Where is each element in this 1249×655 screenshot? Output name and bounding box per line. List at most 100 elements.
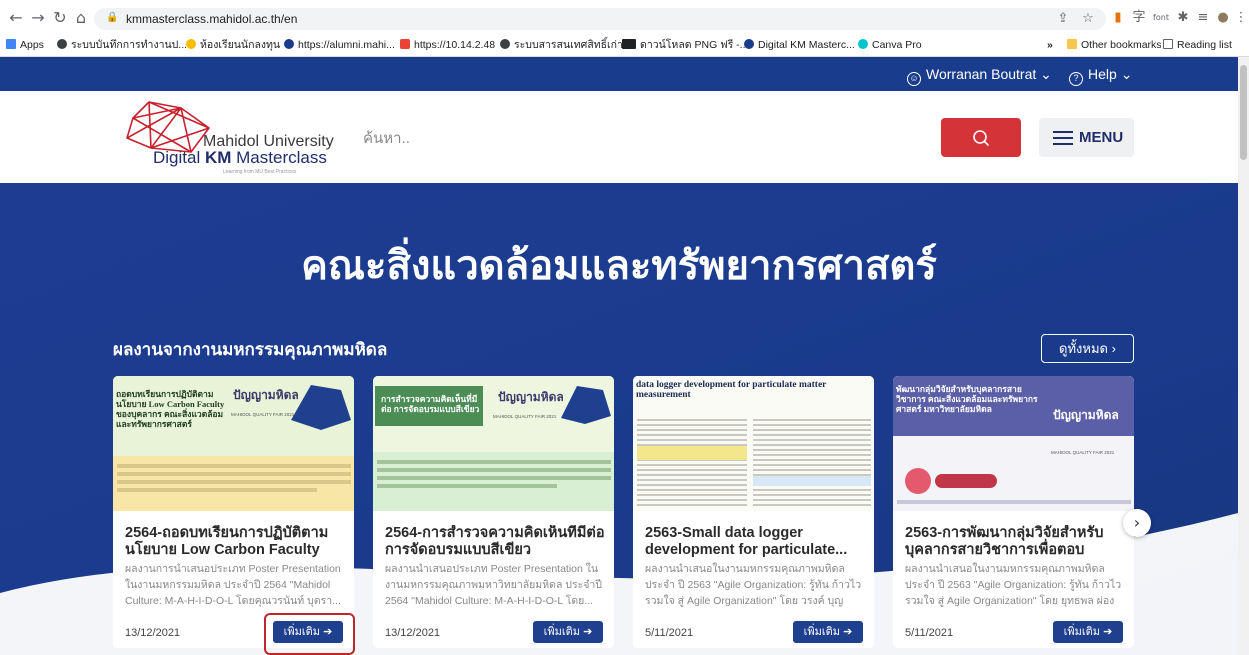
- card-poster-image[interactable]: การสำรวจความคิดเห็นที่มีต่อ การจัดอบรมแบ…: [373, 376, 614, 511]
- site-header: Mahidol University Digital KM Masterclas…: [0, 91, 1238, 183]
- more-button[interactable]: เพิ่มเติม ➔: [1053, 621, 1123, 643]
- bookmark-item[interactable]: https://alumni.mahi...: [284, 37, 395, 53]
- card-item[interactable]: พัฒนากลุ่มวิจัยสำหรับบุคลากรสายวิชาการ ค…: [893, 376, 1134, 648]
- card-title[interactable]: 2563-การพัฒนากลุ่มวิจัยสำหรับบุคลากรสายว…: [905, 525, 1127, 559]
- poster-icon: [905, 468, 931, 494]
- kebab-menu-icon[interactable]: ⋮: [1232, 9, 1249, 27]
- website: ☺ Worranan Boutrat ⌄ ? Help ⌄ Mahidol Univ…: [0, 57, 1238, 655]
- bookmark-item[interactable]: ระบบสารสนเทศสิทธิ์เก่า: [500, 37, 623, 53]
- back-icon[interactable]: ←: [6, 6, 26, 30]
- bookmark-item[interactable]: Canva Pro: [858, 37, 922, 53]
- hamburger-icon: [1053, 131, 1073, 145]
- card-date: 13/12/2021: [385, 627, 441, 639]
- card-poster-image[interactable]: พัฒนากลุ่มวิจัยสำหรับบุคลากรสายวิชาการ ค…: [893, 376, 1134, 511]
- bookmark-item[interactable]: ดาวน์โหลด PNG ฟรี -...: [622, 37, 748, 53]
- chevron-down-icon: ⌄: [1040, 66, 1052, 82]
- chevron-down-icon: ⌄: [1120, 66, 1133, 82]
- card-description: ผลงานนำเสนอในงานมหกรรมคุณภาพมหิดลประจำ ป…: [905, 563, 1122, 607]
- card-date: 5/11/2021: [905, 627, 954, 639]
- section-title: ผลงานจากงานมหกรรมคุณภาพมหิดล: [113, 340, 388, 359]
- scrollbar-thumb[interactable]: [1240, 65, 1247, 160]
- more-button[interactable]: เพิ่มเติม ➔: [793, 621, 863, 643]
- see-all-button[interactable]: ดูทั้งหมด ›: [1041, 334, 1134, 363]
- translate-icon[interactable]: 字: [1130, 9, 1148, 27]
- card-item[interactable]: ถอดบทเรียนการปฏิบัติตามนโยบาย Low Carbon…: [113, 376, 354, 648]
- help-menu[interactable]: ? Help ⌄: [1069, 66, 1132, 86]
- card-title[interactable]: 2564-ถอดบทเรียนการปฏิบัติตามนโยบาย Low C…: [125, 525, 347, 559]
- user-icon: ☺: [907, 72, 921, 86]
- carousel-next-button[interactable]: ›: [1123, 509, 1151, 537]
- card-poster-image[interactable]: data logger development for particulate …: [633, 376, 874, 511]
- card-description: ผลงานการนำเสนอประเภท Poster Presentation…: [125, 563, 341, 607]
- search-icon: [973, 130, 990, 147]
- highlight-annotation: [264, 613, 355, 655]
- hero-section: คณะสิ่งแวดล้อมและทรัพยากรศาสตร์ ผลงานจาก…: [0, 183, 1238, 655]
- card-title[interactable]: 2564-การสำรวจความคิดเห็นที่มีต่อการจัดอบ…: [385, 525, 607, 559]
- font-extension-icon[interactable]: font: [1152, 9, 1170, 27]
- folder-icon: [1067, 39, 1077, 49]
- bookmark-apps[interactable]: Apps: [6, 37, 44, 53]
- bookmarks-overflow-icon[interactable]: »: [1047, 37, 1053, 53]
- card-item[interactable]: การสำรวจความคิดเห็นที่มีต่อ การจัดอบรมแบ…: [373, 376, 614, 648]
- search-button[interactable]: [941, 118, 1021, 157]
- forward-icon[interactable]: →: [28, 6, 48, 30]
- page-scrollbar[interactable]: [1238, 57, 1249, 655]
- card-description: ผลงานนำเสนอประเภท Poster Presentation ใน…: [385, 563, 602, 607]
- poster-brand: ปัญญามหิดล: [1053, 408, 1119, 422]
- arrow-circle-icon: ➔: [583, 626, 593, 638]
- poster-heading: data logger development for particulate …: [636, 380, 827, 400]
- reload-icon[interactable]: ↻: [50, 6, 70, 30]
- bookmark-item[interactable]: ระบบบันทึกการทำงานป...: [57, 37, 187, 53]
- address-bar[interactable]: 🔒 kmmasterclass.mahidol.ac.th/en ⇪ ☆: [94, 8, 1106, 30]
- site-favicon: [186, 39, 196, 49]
- apps-grid-icon: [6, 39, 16, 49]
- user-menu[interactable]: ☺ Worranan Boutrat ⌄: [907, 66, 1052, 86]
- other-bookmarks[interactable]: Other bookmarks: [1067, 37, 1162, 53]
- poster-heading: การสำรวจความคิดเห็นที่มีต่อ การจัดอบรมแบ…: [381, 394, 480, 414]
- canva-icon: [858, 39, 868, 49]
- reading-list[interactable]: Reading list: [1163, 37, 1232, 53]
- poster-decoration: [561, 386, 611, 424]
- help-icon: ?: [1069, 72, 1083, 86]
- extension-icon[interactable]: ▮: [1109, 9, 1127, 27]
- card-description: ผลงานนำเสนอในงานมหกรรมคุณภาพมหิดลประจำ ป…: [645, 563, 862, 607]
- arrow-circle-icon: ➔: [1103, 626, 1113, 638]
- extensions-area: ▮ 字 font ✱ ≡ ● ⋮: [1106, 6, 1249, 30]
- faculty-title: คณะสิ่งแวดล้อมและทรัพยากรศาสตร์: [301, 244, 937, 288]
- top-user-bar: ☺ Worranan Boutrat ⌄ ? Help ⌄: [0, 57, 1238, 91]
- site-favicon: [284, 39, 294, 49]
- globe-icon: [57, 39, 67, 49]
- url-text[interactable]: kmmasterclass.mahidol.ac.th/en: [126, 11, 297, 27]
- card-poster-image[interactable]: ถอดบทเรียนการปฏิบัติตามนโยบาย Low Carbon…: [113, 376, 354, 511]
- logo-title: Digital KM Masterclass: [153, 148, 327, 167]
- address-row: ← → ↻ ⌂ 🔒 kmmasterclass.mahidol.ac.th/en…: [0, 6, 1249, 32]
- more-button[interactable]: เพิ่มเติม ➔: [533, 621, 603, 643]
- home-icon[interactable]: ⌂: [71, 6, 91, 30]
- site-logo[interactable]: Mahidol University Digital KM Masterclas…: [113, 96, 348, 176]
- arrow-circle-icon: ➔: [843, 626, 853, 638]
- site-favicon: [744, 39, 754, 49]
- poster-heading: ถอดบทเรียนการปฏิบัติตามนโยบาย Low Carbon…: [116, 389, 225, 429]
- logo-tagline: Learning from MU Best Practices: [223, 169, 297, 175]
- lock-icon[interactable]: 🔒: [106, 12, 118, 23]
- chevron-right-icon: ›: [1133, 513, 1141, 532]
- globe-icon: [500, 39, 510, 49]
- bookmark-item[interactable]: ห้องเรียนนักลงทุน: [186, 37, 280, 53]
- poster-heading: พัฒนากลุ่มวิจัยสำหรับบุคลากรสายวิชาการ ค…: [896, 384, 1038, 414]
- bookmark-item[interactable]: https://10.14.2.48: [400, 37, 495, 53]
- share-icon[interactable]: ⇪: [1054, 10, 1072, 28]
- puzzle-icon[interactable]: ✱: [1174, 9, 1192, 27]
- bookmark-star-icon[interactable]: ☆: [1079, 10, 1097, 28]
- poster-decoration: [291, 385, 351, 430]
- search-input[interactable]: [348, 119, 941, 157]
- card-date: 5/11/2021: [645, 627, 694, 639]
- card-date: 13/12/2021: [125, 627, 181, 639]
- bookmark-item[interactable]: Digital KM Masterc...: [744, 37, 855, 53]
- card-title[interactable]: 2563-Small data logger development for p…: [645, 525, 867, 559]
- profile-avatar-icon[interactable]: ●: [1214, 9, 1232, 27]
- reading-queue-icon[interactable]: ≡: [1194, 9, 1212, 27]
- fair-label: MAHIDOL QUALITY FAIR 2021: [1051, 450, 1115, 455]
- site-favicon: [622, 39, 636, 49]
- menu-button[interactable]: MENU: [1039, 118, 1134, 157]
- card-item[interactable]: data logger development for particulate …: [633, 376, 874, 648]
